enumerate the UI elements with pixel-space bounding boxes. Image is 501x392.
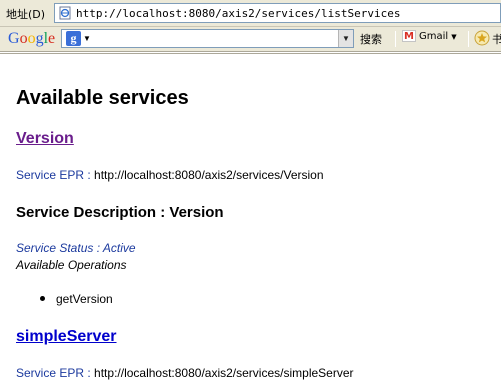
service-epr-label: Service EPR : [16, 366, 91, 380]
toolbar-separator [468, 31, 469, 47]
address-label: 地址(D) [6, 8, 46, 21]
service-epr: Service EPR : http://localhost:8080/axis… [16, 168, 324, 182]
bullet-icon [40, 296, 45, 302]
operation-name: getVersion [56, 292, 113, 306]
search-button[interactable]: 搜索 [360, 31, 382, 47]
search-input[interactable]: g ▼ ▼ [61, 29, 354, 48]
google-logo-letter: e [48, 30, 56, 47]
service-description-heading: Service Description : Version [16, 204, 224, 221]
service-epr: Service EPR : http://localhost:8080/axis… [16, 366, 354, 380]
chevron-down-icon[interactable]: ▼ [83, 34, 91, 43]
page-title: Available services [16, 87, 189, 109]
service-status: Service Status : Active [16, 241, 136, 255]
gmail-button[interactable]: M Gmail ▼ [402, 30, 457, 42]
search-dropdown-button[interactable]: ▼ [338, 30, 353, 47]
toolbar-trailing-text[interactable]: 书 [492, 31, 501, 47]
google-logo: Google [8, 30, 55, 48]
address-field[interactable]: http://localhost:8080/axis2/services/lis… [54, 3, 501, 23]
operation-list-item: getVersion [40, 292, 113, 306]
chevron-down-icon: ▼ [451, 33, 457, 41]
service-epr-label: Service EPR : [16, 168, 91, 182]
page-icon [59, 6, 71, 20]
gmail-label: Gmail [419, 31, 449, 42]
star-bookmark-icon[interactable] [474, 30, 490, 46]
google-logo-letter: o [19, 30, 28, 47]
google-logo-letter: G [8, 30, 20, 47]
service-epr-url: http://localhost:8080/axis2/services/Ver… [94, 168, 324, 182]
service-link-version[interactable]: Version [16, 130, 74, 148]
google-logo-letter: o [27, 30, 36, 47]
google-logo-letter: g [35, 30, 44, 47]
address-url[interactable]: http://localhost:8080/axis2/services/lis… [76, 7, 401, 20]
operations-label: Available Operations [16, 258, 127, 272]
page-content: Available services Version Service EPR :… [0, 53, 501, 392]
service-link-simpleserver[interactable]: simpleServer [16, 328, 117, 346]
google-toolbar: Google g ▼ ▼ 搜索 M Gmail ▼ 书 [0, 27, 501, 52]
gmail-icon: M [402, 30, 416, 42]
g-icon[interactable]: g [66, 31, 81, 46]
address-bar: 地址(D) http://localhost:8080/axis2/servic… [0, 0, 501, 27]
toolbar-separator [395, 31, 396, 47]
service-epr-url: http://localhost:8080/axis2/services/sim… [94, 366, 354, 380]
